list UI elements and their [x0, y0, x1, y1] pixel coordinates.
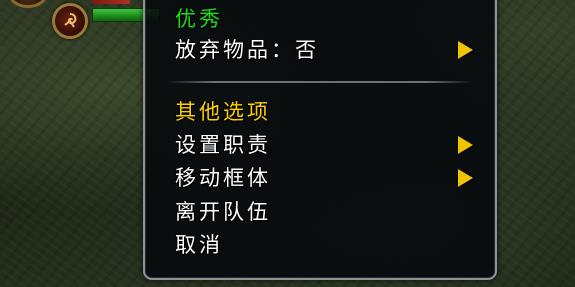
power-bar [92, 0, 130, 4]
portrait-frame[interactable] [8, 0, 48, 8]
menu-item-discard-items[interactable]: 放弃物品：否 [175, 37, 319, 63]
menu-divider [167, 81, 473, 83]
menu-item-cancel[interactable]: 取消 [175, 232, 223, 258]
menu-header-other-options: 其他选项 [175, 100, 271, 124]
menu-header-priority: 优秀 [175, 7, 223, 31]
menu-item-set-role[interactable]: 设置职责 [175, 132, 271, 158]
party-dropdown-menu: 优秀 放弃物品：否 其他选项 设置职责 移动框体 离开队伍 取消 [143, 0, 497, 280]
submenu-arrow-icon[interactable] [458, 169, 473, 187]
submenu-arrow-icon[interactable] [458, 136, 473, 154]
swirl-icon [64, 13, 77, 28]
menu-item-move-frame[interactable]: 移动框体 [175, 165, 271, 191]
submenu-arrow-icon[interactable] [458, 41, 473, 59]
role-icon[interactable] [52, 3, 88, 39]
menu-item-leave-party[interactable]: 离开队伍 [175, 199, 271, 225]
